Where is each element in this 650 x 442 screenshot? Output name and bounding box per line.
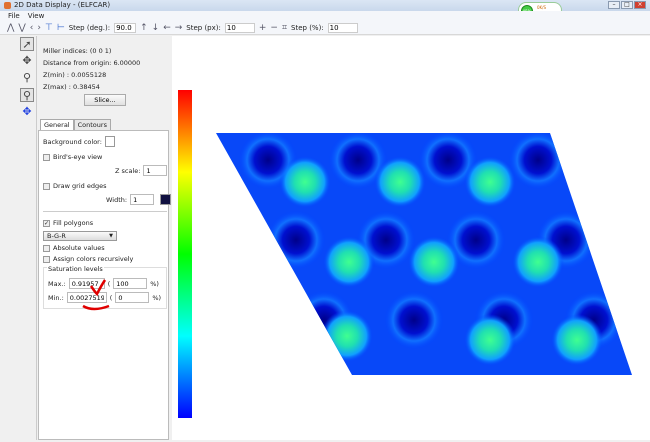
menu-bar: File View <box>0 11 650 21</box>
rotate-cw-icon[interactable]: ⊢ <box>57 23 65 33</box>
high-density-region <box>374 156 426 208</box>
min-label: Min.: <box>48 293 64 302</box>
step-deg-label: Step (deg.): <box>68 23 111 32</box>
low-density-region <box>384 290 444 350</box>
high-density-region <box>228 282 280 334</box>
width-label: Width: <box>106 195 128 204</box>
move-left-icon[interactable]: ← <box>163 23 171 33</box>
tab-general[interactable]: General <box>40 119 74 130</box>
tool-palette: ➚ ✥ ⚲ ⚲ ✥ <box>19 37 35 119</box>
zscale-input[interactable] <box>143 165 168 176</box>
tilt-down-icon[interactable]: ⋁ <box>18 23 25 33</box>
zmax: Z(max) : 0.38454 <box>43 83 100 91</box>
colormap-select[interactable]: B-G-R ▼ <box>43 231 117 241</box>
background-color-label: Background color: <box>43 137 102 146</box>
high-density-region <box>408 236 460 288</box>
step-pct-input[interactable] <box>327 22 358 33</box>
distance-origin: Distance from origin: 6.00000 <box>43 59 141 67</box>
grid-edges-label: Draw grid edges <box>53 182 107 190</box>
menu-file[interactable]: File <box>8 12 20 20</box>
birdseye-checkbox[interactable] <box>43 153 50 161</box>
zscale-label: Z scale: <box>115 166 141 175</box>
zoom-out-icon[interactable]: − <box>270 23 278 33</box>
toolbar: ⋀ ⋁ ‹ › ⊤ ⊢ Step (deg.): ↑ ↓ ← → Step (p… <box>0 21 650 35</box>
move-right-icon[interactable]: → <box>175 23 183 33</box>
general-panel: Background color: Bird's-eye view Z scal… <box>38 130 172 440</box>
zoom-icon[interactable]: ⚲ <box>20 71 34 85</box>
absolute-checkbox[interactable] <box>43 244 50 252</box>
fill-polygons-label: Fill polygons <box>53 219 94 227</box>
network-up: 0K/S <box>537 5 547 10</box>
fit-icon[interactable]: ⌗ <box>282 23 287 33</box>
zoom-box-icon[interactable]: ⚲ <box>20 88 34 102</box>
high-density-region <box>279 156 331 208</box>
high-density-region <box>464 156 516 208</box>
edge-color-swatch[interactable] <box>160 194 172 205</box>
zmin: Z(min) : 0.0055128 <box>43 71 107 79</box>
step-px-input[interactable] <box>224 22 255 33</box>
low-density-region <box>266 210 326 270</box>
width-input[interactable] <box>130 194 155 205</box>
select-arrow-icon[interactable]: ➚ <box>20 37 34 51</box>
minimize-button[interactable]: – <box>608 1 620 9</box>
absolute-label: Absolute values <box>53 244 105 252</box>
high-density-region <box>512 236 564 288</box>
plot-area[interactable] <box>172 36 650 440</box>
move-down-icon[interactable]: ↓ <box>152 23 160 33</box>
move-up-icon[interactable]: ↑ <box>140 23 148 33</box>
step-deg-input[interactable] <box>114 22 137 33</box>
fill-polygons-checkbox[interactable]: ✓ <box>43 219 50 227</box>
grid-edges-checkbox[interactable] <box>43 182 50 190</box>
tilt-up-icon[interactable]: ⋀ <box>7 23 14 33</box>
zoom-in-icon[interactable]: + <box>259 23 267 33</box>
step-pct-label: Step (%): <box>291 23 324 32</box>
low-density-region <box>216 290 264 350</box>
tilt-left-icon[interactable]: ‹ <box>30 23 34 33</box>
slice-button[interactable]: Slice... <box>84 94 126 106</box>
divider <box>36 36 37 440</box>
menu-view[interactable]: View <box>28 12 45 20</box>
colormap-value: B-G-R <box>47 232 66 240</box>
pct-label: %) <box>150 279 159 288</box>
maximize-button[interactable]: □ <box>621 1 633 9</box>
chevron-down-icon: ▼ <box>109 233 113 239</box>
recursive-label: Assign colors recursively <box>53 255 134 263</box>
red-annotation-marks <box>82 279 110 311</box>
step-px-label: Step (px): <box>186 23 221 32</box>
low-density-region <box>508 133 568 190</box>
recursive-checkbox[interactable] <box>43 255 50 263</box>
high-density-region <box>551 314 603 366</box>
birdseye-label: Bird's-eye view <box>53 153 103 161</box>
miller-indices: Miller indices: (0 0 1) <box>43 47 112 55</box>
high-density-region <box>323 236 375 288</box>
move-cross-icon[interactable]: ✥ <box>20 54 34 68</box>
slice-info: Miller indices: (0 0 1) Distance from or… <box>43 45 140 93</box>
app-icon <box>4 2 11 9</box>
density-plot <box>178 90 632 418</box>
background-color-swatch[interactable] <box>104 136 115 147</box>
pan-icon[interactable]: ✥ <box>20 105 34 119</box>
high-density-region <box>321 310 373 362</box>
tilt-right-icon[interactable]: › <box>37 23 41 33</box>
saturation-label: Saturation levels <box>47 265 104 273</box>
window-title: 2D Data Display - (ELFCAR) <box>14 1 111 9</box>
rotate-ccw-icon[interactable]: ⊤ <box>45 23 53 33</box>
max-label: Max.: <box>48 279 66 288</box>
title-bar: 2D Data Display - (ELFCAR) 45% 0K/S 0K/S… <box>0 0 650 18</box>
high-density-region <box>464 314 516 366</box>
close-button[interactable]: × <box>634 1 646 9</box>
min-pct-input[interactable] <box>115 292 150 303</box>
pct-label: %) <box>152 293 162 302</box>
tab-contours[interactable]: Contours <box>73 119 111 130</box>
colorbar <box>178 90 192 418</box>
separator <box>43 211 167 212</box>
